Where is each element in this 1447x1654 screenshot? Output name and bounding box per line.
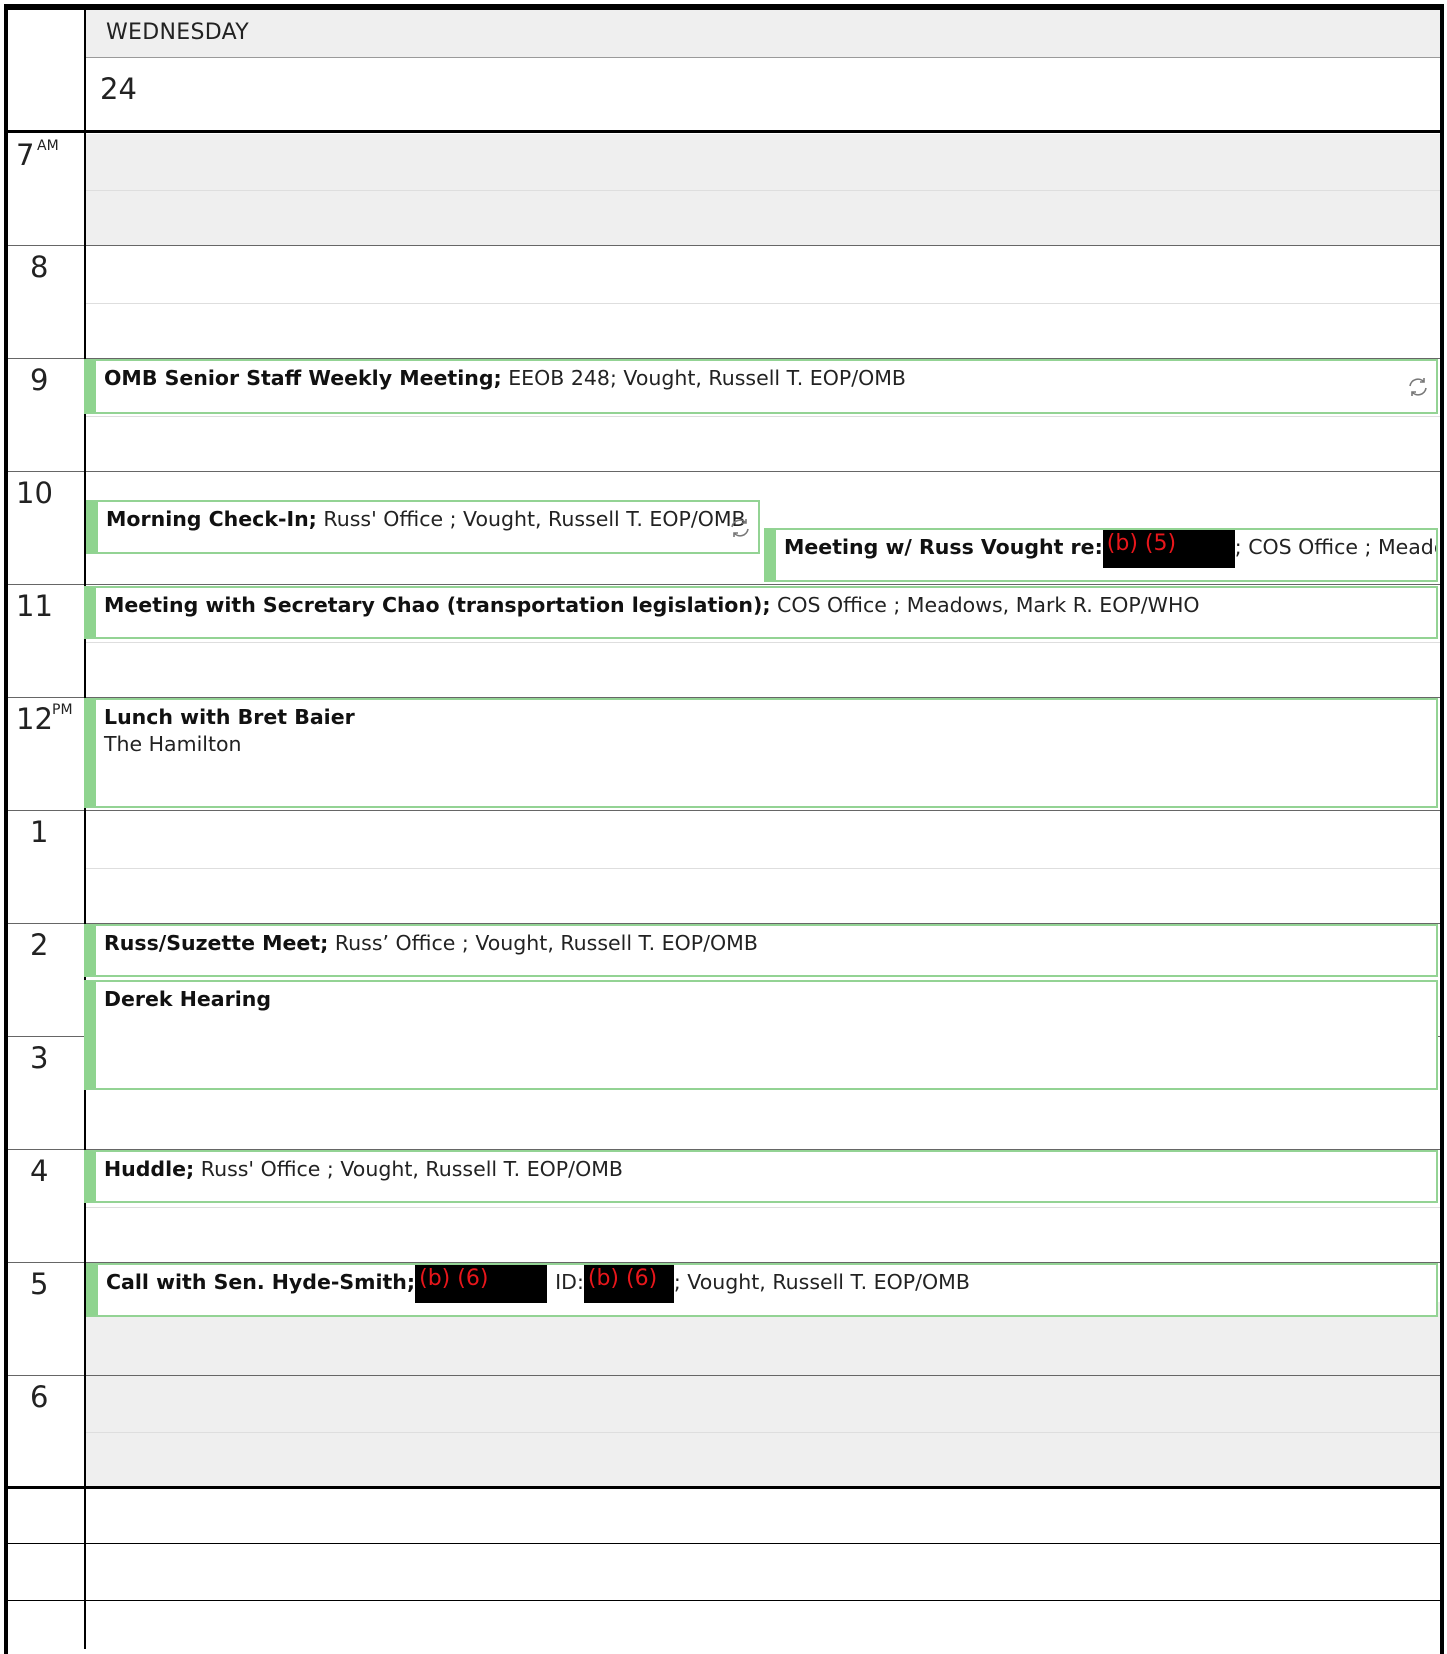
half-hour-line bbox=[86, 1207, 1440, 1208]
event-details: Russ’ Office ; Vought, Russell T. EOP/OM… bbox=[328, 931, 758, 955]
hour-label-4: 4 bbox=[30, 1154, 49, 1188]
event-meeting-russ-vought[interactable]: Meeting w/ Russ Vought re: (b) (5); COS O… bbox=[764, 528, 1438, 582]
half-hour-line bbox=[86, 868, 1440, 869]
event-title: Russ/Suzette Meet; bbox=[104, 931, 329, 955]
event-title: Lunch with Bret Baier bbox=[104, 705, 355, 729]
hour-label-6: 6 bbox=[30, 1380, 49, 1414]
sync-icon bbox=[1409, 378, 1427, 396]
half-hour-line bbox=[86, 416, 1440, 417]
event-location: The Hamilton bbox=[104, 732, 242, 756]
hour-line bbox=[8, 584, 1440, 585]
event-details: COS Office ; Meadows, Mark R. EOP/WHO bbox=[770, 593, 1200, 617]
redaction-box: (b) (5) bbox=[1102, 530, 1235, 568]
time-column-divider bbox=[84, 10, 86, 1649]
event-details: Russ' Office ; Vought, Russell T. EOP/OM… bbox=[194, 1157, 623, 1181]
day-name: WEDNESDAY bbox=[106, 20, 249, 45]
event-title: OMB Senior Staff Weekly Meeting; bbox=[104, 366, 502, 390]
event-meeting-secretary-chao[interactable]: Meeting with Secretary Chao (transportat… bbox=[84, 586, 1438, 639]
day-header[interactable] bbox=[86, 10, 1440, 58]
event-details: EEOB 248; Vought, Russell T. EOP/OMB bbox=[501, 366, 906, 390]
row-divider bbox=[8, 1600, 1440, 1601]
event-details: Russ' Office ; Vought, Russell T. EOP/OM… bbox=[316, 507, 746, 531]
event-derek-hearing[interactable]: Derek Hearing bbox=[84, 980, 1438, 1090]
event-title: Call with Sen. Hyde-Smith; bbox=[106, 1270, 416, 1294]
hour-label-7: 7 AM bbox=[16, 138, 59, 172]
event-morning-check-in[interactable]: Morning Check-In; Russ' Office ; Vought,… bbox=[86, 500, 760, 554]
hour-label-10: 10 bbox=[16, 476, 53, 510]
event-huddle[interactable]: Huddle; Russ' Office ; Vought, Russell T… bbox=[84, 1150, 1438, 1203]
row-divider bbox=[8, 1543, 1440, 1544]
hour-label-12: 12 PM bbox=[16, 702, 73, 736]
event-id-label: ID: bbox=[555, 1270, 584, 1294]
event-title: Meeting with Secretary Chao (transportat… bbox=[104, 593, 771, 617]
hour-label-2: 2 bbox=[30, 928, 49, 962]
hour-label-8: 8 bbox=[30, 250, 49, 284]
event-lunch-bret-baier[interactable]: Lunch with Bret Baier The Hamilton bbox=[84, 698, 1438, 808]
half-hour-line bbox=[86, 642, 1440, 643]
event-title: Morning Check-In; bbox=[106, 507, 317, 531]
hour-line bbox=[8, 810, 1440, 811]
hour-label-9: 9 bbox=[30, 363, 49, 397]
event-call-hyde-smith[interactable]: Call with Sen. Hyde-Smith; (b) (6) ID: (b) … bbox=[86, 1263, 1438, 1317]
event-details: ; COS Office ; Meadows, M bbox=[1234, 535, 1436, 559]
event-omb-senior-staff-weekly[interactable]: OMB Senior Staff Weekly Meeting; EEOB 24… bbox=[84, 359, 1438, 414]
header-separator bbox=[8, 130, 1440, 133]
sync-icon bbox=[731, 519, 749, 537]
event-title: Meeting w/ Russ Vought re: bbox=[784, 535, 1103, 559]
event-details: ; Vought, Russell T. EOP/OMB bbox=[673, 1270, 970, 1294]
hour-label-3: 3 bbox=[30, 1041, 49, 1075]
event-title: Derek Hearing bbox=[104, 987, 272, 1011]
hour-label-5: 5 bbox=[30, 1267, 49, 1301]
day-end-separator bbox=[4, 1486, 1440, 1489]
redaction-box: (b) (6) bbox=[583, 1265, 674, 1303]
hour-label-1: 1 bbox=[30, 815, 49, 849]
half-hour-line bbox=[86, 303, 1440, 304]
event-title: Huddle; bbox=[104, 1157, 195, 1181]
redaction-box: (b) (6) bbox=[415, 1265, 548, 1303]
half-hour-line bbox=[86, 190, 1440, 191]
hour-line bbox=[8, 245, 1440, 246]
half-hour-line bbox=[86, 1432, 1440, 1433]
hour-label-11: 11 bbox=[16, 589, 53, 623]
day-number: 24 bbox=[100, 72, 137, 106]
hour-line bbox=[8, 471, 1440, 472]
event-russ-suzette-meet[interactable]: Russ/Suzette Meet; Russ’ Office ; Vought… bbox=[84, 924, 1438, 977]
hour-line bbox=[8, 1375, 1440, 1376]
